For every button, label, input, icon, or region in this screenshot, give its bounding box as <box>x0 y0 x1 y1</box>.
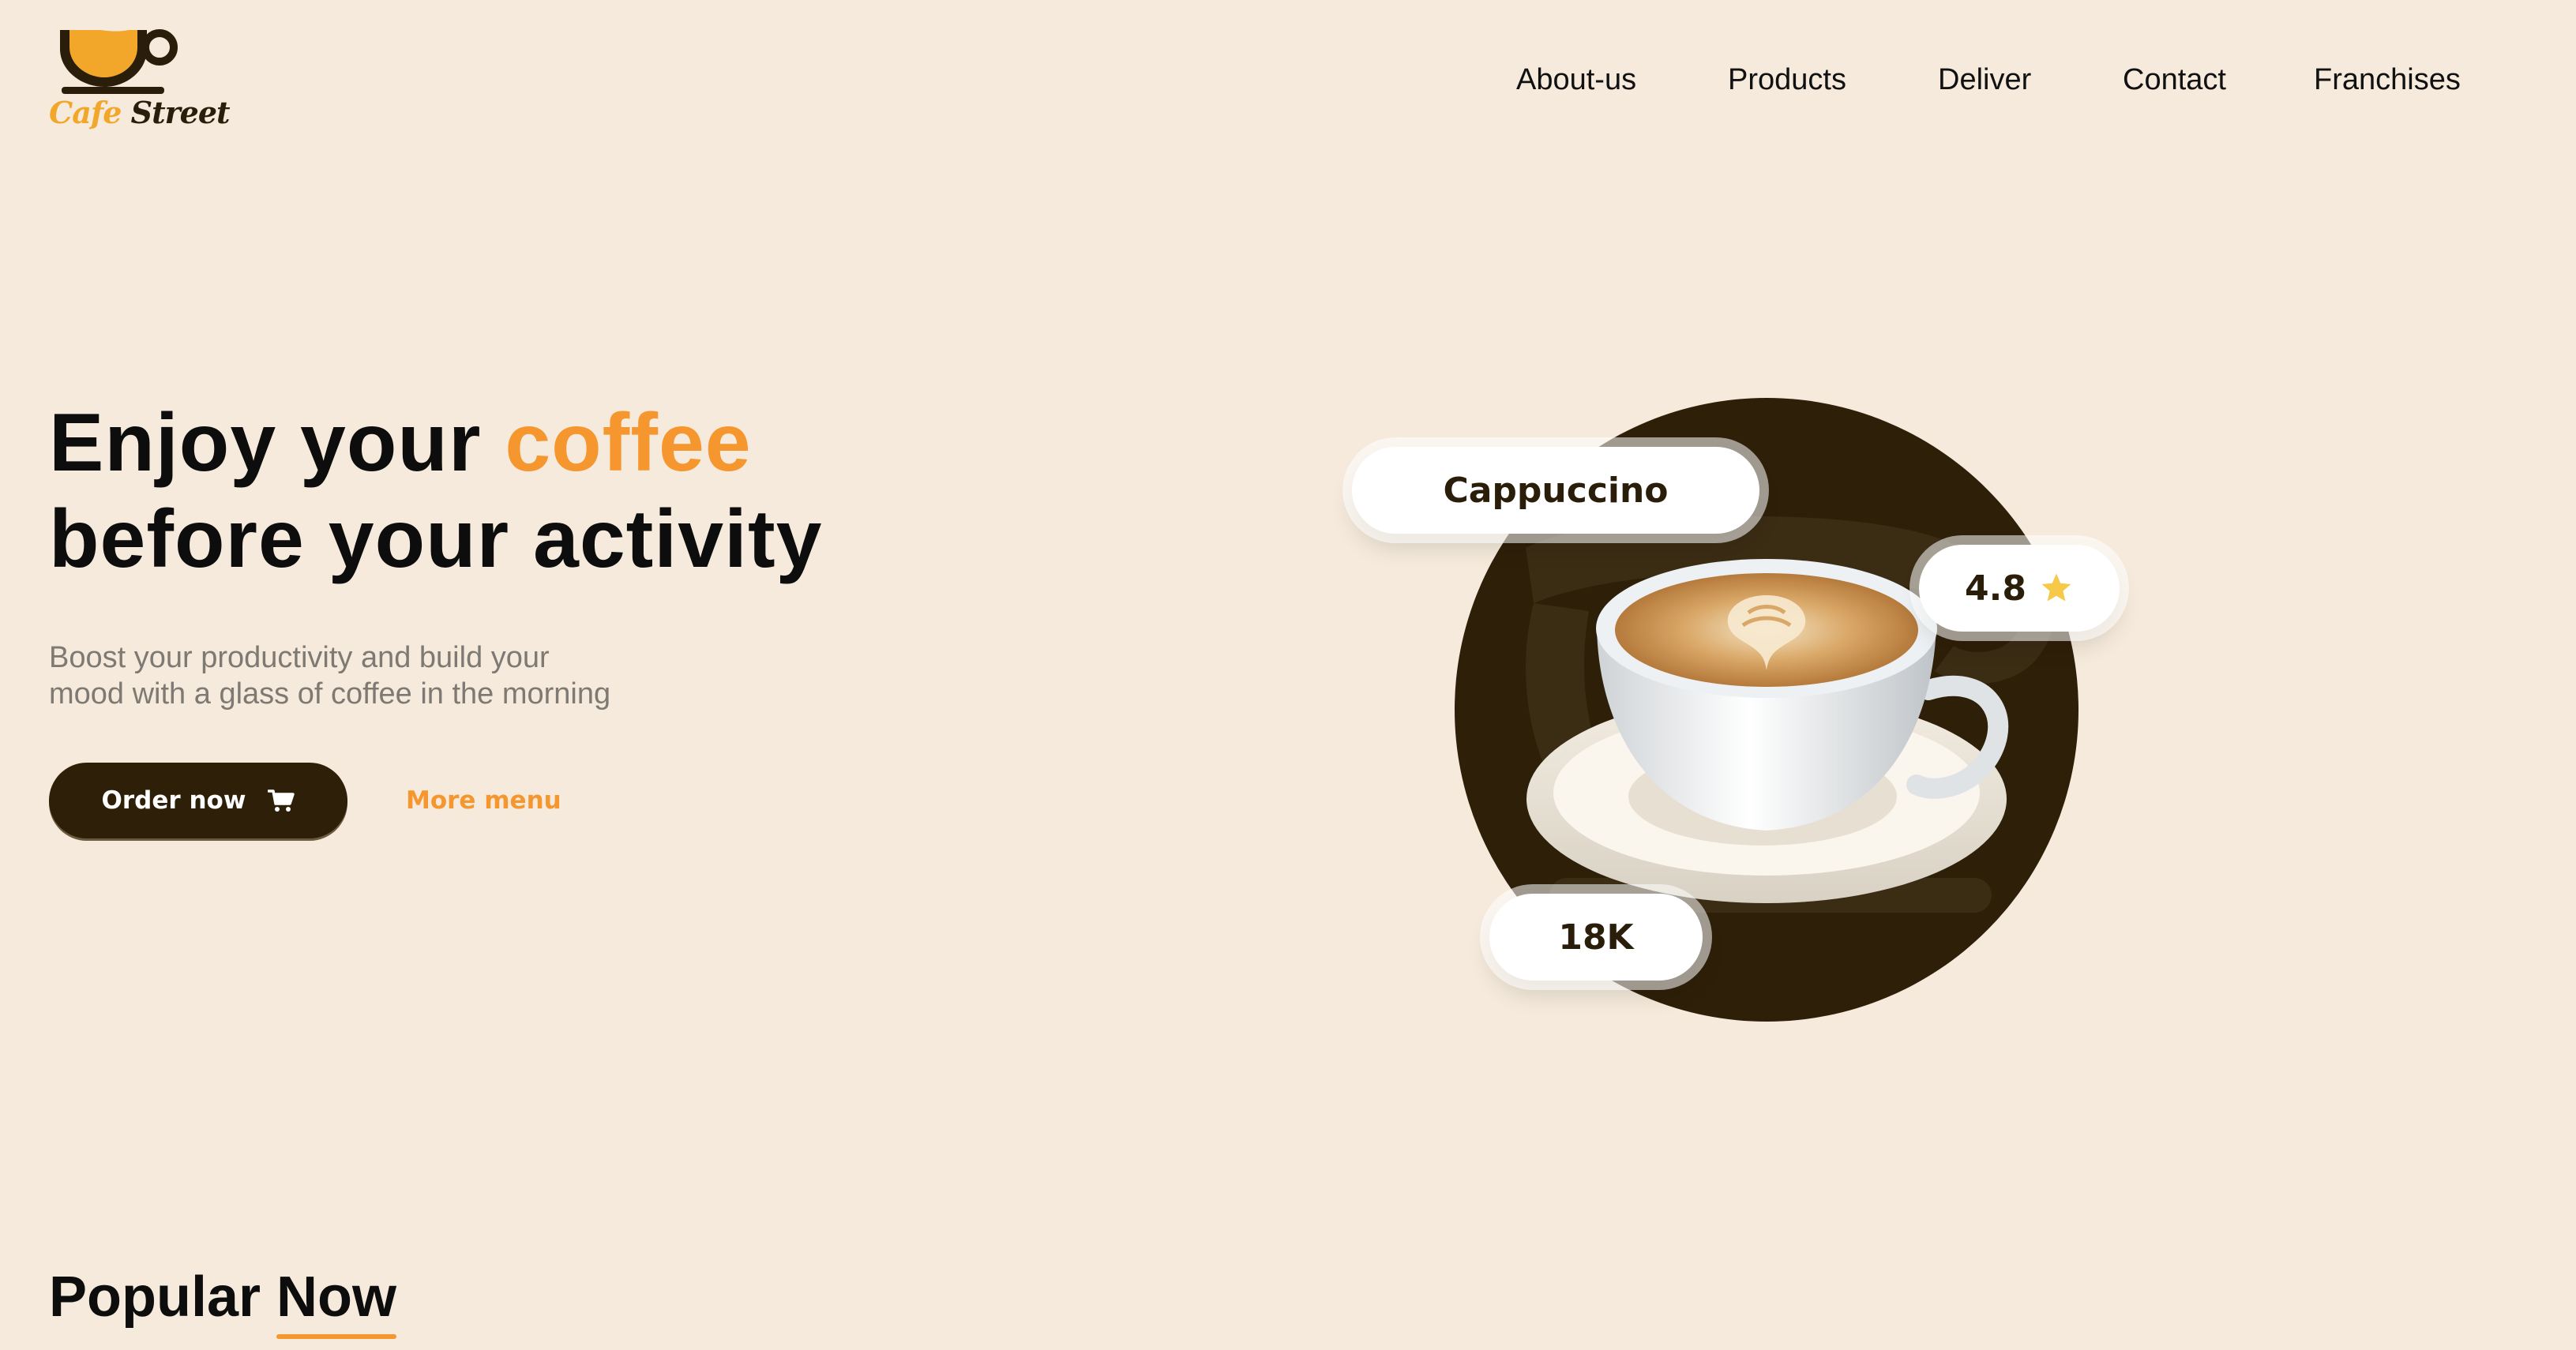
count-badge: 18K <box>1489 894 1703 981</box>
nav-deliver[interactable]: Deliver <box>1938 63 2031 97</box>
order-now-label: Order now <box>101 786 246 815</box>
featured-name: Cappuccino <box>1443 470 1669 511</box>
hero-subtitle-line2: mood with a glass of coffee in the morni… <box>49 677 611 711</box>
nav-contact[interactable]: Contact <box>2123 63 2226 97</box>
brand-word-street: Street <box>130 95 231 130</box>
more-menu-link[interactable]: More menu <box>406 786 561 815</box>
rating-badge: 4.8 <box>1919 545 2120 632</box>
hero-title-accent: coffee <box>505 397 752 489</box>
star-icon <box>2041 573 2071 602</box>
count-value: 18K <box>1558 917 1634 958</box>
nav-about-us[interactable]: About-us <box>1516 63 1636 97</box>
featured-name-badge: Cappuccino <box>1352 447 1759 534</box>
logo[interactable]: Cafe Street <box>49 22 231 141</box>
coffee-cup-logo-icon <box>60 27 178 94</box>
popular-now-heading: Popular Now <box>49 1265 397 1339</box>
rating-value: 4.8 <box>1965 568 2026 609</box>
hero-title-line2: before your activity <box>49 493 823 585</box>
hero-title-part1: Enjoy your <box>49 397 505 489</box>
hero-title: Enjoy your coffee before your activity <box>49 395 822 587</box>
nav-franchises[interactable]: Franchises <box>2314 63 2461 97</box>
hero-subtitle: Boost your productivity and build your m… <box>49 639 649 712</box>
nav-products[interactable]: Products <box>1728 63 1846 97</box>
now-word: Now <box>276 1266 397 1339</box>
order-now-button[interactable]: Order now <box>49 763 347 838</box>
brand-word-cafe: Cafe <box>49 95 122 130</box>
cart-icon <box>268 789 295 812</box>
brand-name: Cafe Street <box>49 95 231 130</box>
hero-subtitle-line1: Boost your productivity and build your <box>49 641 550 674</box>
popular-word: Popular <box>49 1266 261 1329</box>
